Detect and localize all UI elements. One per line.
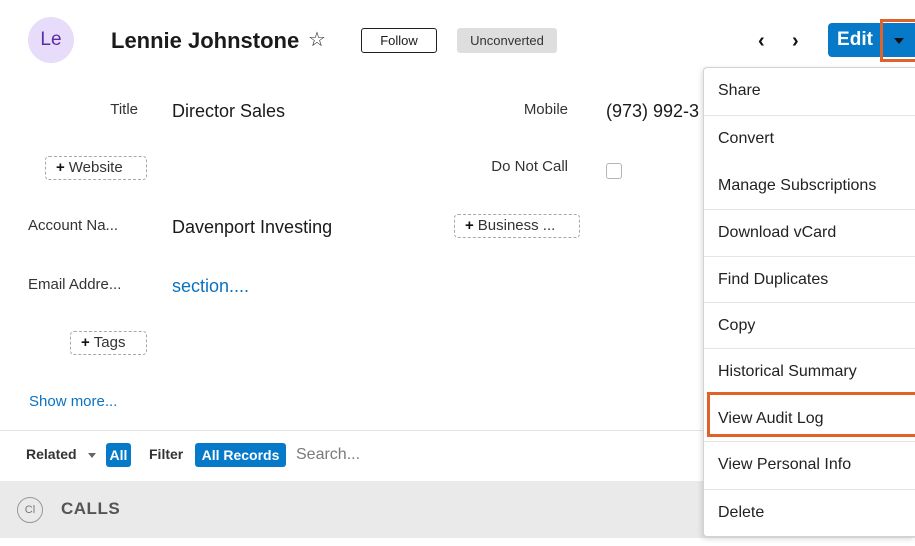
previous-record-button[interactable]: ‹ (758, 30, 765, 52)
menu-item-manage-subscriptions[interactable]: Manage Subscriptions (704, 162, 915, 209)
plus-icon: + (465, 217, 474, 234)
all-records-chip[interactable]: All Records (195, 443, 286, 467)
account-name-value[interactable]: Davenport Investing (172, 217, 332, 238)
account-name-label: Account Na... (28, 217, 119, 234)
record-name: Lennie Johnstone (111, 28, 300, 53)
title-value[interactable]: Director Sales (172, 101, 285, 122)
add-business-button[interactable]: + Business ... (454, 214, 580, 238)
menu-item-share[interactable]: Share (704, 67, 915, 114)
plus-icon: + (81, 334, 90, 351)
calls-title: CALLS (61, 499, 121, 518)
add-website-button[interactable]: + Website (45, 156, 147, 180)
add-business-label: Business ... (477, 217, 556, 234)
menu-item-delete[interactable]: Delete (704, 489, 915, 536)
status-badge: Unconverted (457, 28, 557, 53)
mobile-label: Mobile (523, 101, 568, 118)
star-icon[interactable]: ☆ (308, 29, 326, 51)
menu-item-convert[interactable]: Convert (704, 115, 915, 162)
calls-module-icon: Cl (17, 497, 43, 523)
next-record-button[interactable]: › (792, 30, 799, 52)
menu-item-view-personal-info[interactable]: View Personal Info (704, 441, 915, 488)
menu-item-copy[interactable]: Copy (704, 302, 915, 349)
mobile-value[interactable]: (973) 992-3 (606, 101, 699, 122)
all-chip[interactable]: All (106, 443, 131, 467)
menu-item-find-duplicates[interactable]: Find Duplicates (704, 256, 915, 303)
edit-button[interactable]: Edit (828, 23, 882, 57)
email-address-label: Email Addre... (28, 276, 122, 293)
caret-highlight-box (880, 19, 915, 62)
filter-label: Filter (149, 446, 184, 462)
bottom-strip (0, 538, 915, 546)
menu-item-download-vcard[interactable]: Download vCard (704, 209, 915, 256)
related-caret-icon (88, 453, 96, 458)
do-not-call-label: Do Not Call (491, 158, 568, 175)
menu-item-historical-summary[interactable]: Historical Summary (704, 348, 915, 395)
plus-icon: + (56, 159, 65, 176)
subpanel-search-input[interactable] (296, 441, 686, 469)
email-address-link[interactable]: section.... (172, 276, 249, 297)
add-tags-label: Tags (93, 334, 126, 351)
do-not-call-checkbox[interactable] (606, 163, 622, 179)
add-website-label: Website (68, 159, 123, 176)
follow-button[interactable]: Follow (361, 28, 437, 53)
audit-log-highlight-box (707, 392, 915, 437)
title-label: Title (110, 101, 138, 118)
avatar: Le (28, 17, 74, 63)
show-more-link[interactable]: Show more... (29, 393, 117, 410)
related-dropdown[interactable]: Related (26, 446, 77, 462)
add-tags-button[interactable]: + Tags (70, 331, 147, 355)
